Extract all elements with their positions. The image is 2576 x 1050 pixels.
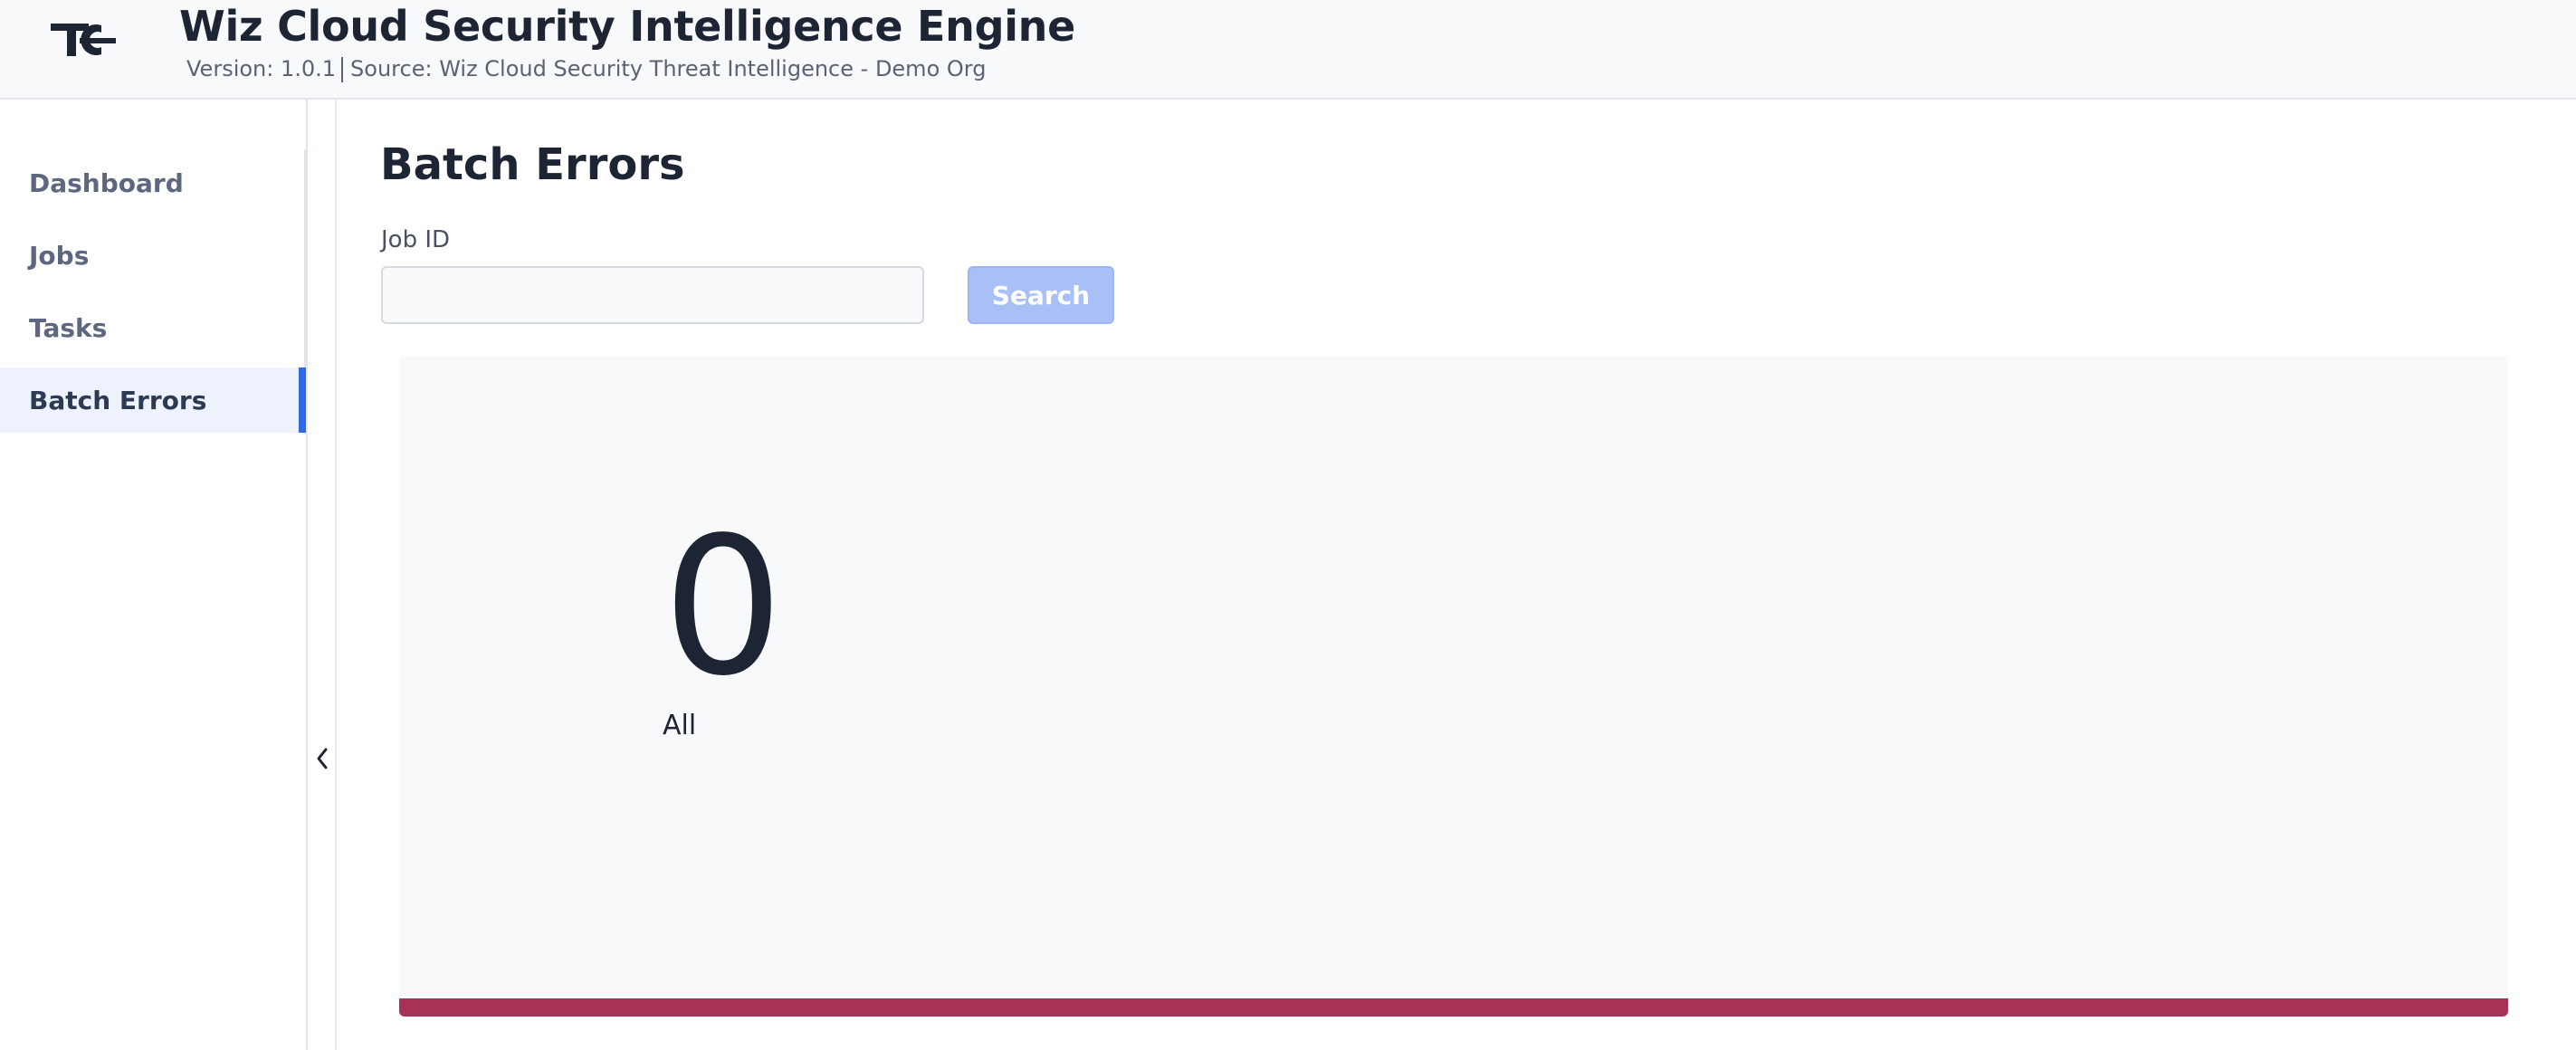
- stat-label: All: [663, 710, 697, 741]
- job-id-input[interactable]: [381, 266, 924, 324]
- tc-logo-icon: [51, 24, 116, 56]
- source-text: Source: Wiz Cloud Security Threat Intell…: [350, 56, 987, 81]
- sidebar-item-label: Dashboard: [29, 167, 184, 198]
- job-id-label: Job ID: [381, 226, 451, 253]
- sidebar-item-jobs[interactable]: Jobs: [0, 223, 306, 288]
- divider: [341, 57, 344, 82]
- status-bar: [399, 998, 2508, 1017]
- content-divider: [335, 100, 337, 1050]
- sidebar-item-batch-errors[interactable]: Batch Errors: [0, 368, 306, 433]
- sidebar-item-dashboard[interactable]: Dashboard: [0, 150, 306, 215]
- search-button[interactable]: Search: [968, 266, 1114, 324]
- version-text: Version: 1.0.1: [186, 56, 337, 81]
- sidebar-item-tasks[interactable]: Tasks: [0, 295, 306, 360]
- sidebar-item-label: Batch Errors: [29, 385, 207, 415]
- chevron-left-icon: [317, 748, 328, 769]
- page-title: Batch Errors: [380, 139, 685, 190]
- app-title: Wiz Cloud Security Intelligence Engine: [179, 2, 1076, 51]
- sidebar-item-label: Jobs: [29, 240, 90, 271]
- sidebar-item-label: Tasks: [29, 312, 108, 343]
- app-subtitle: Version: 1.0.1 Source: Wiz Cloud Security…: [186, 56, 986, 82]
- sidebar-collapse-button[interactable]: [311, 739, 333, 778]
- app-header: Wiz Cloud Security Intelligence Engine V…: [0, 0, 2576, 100]
- stat-value: 0: [663, 496, 784, 718]
